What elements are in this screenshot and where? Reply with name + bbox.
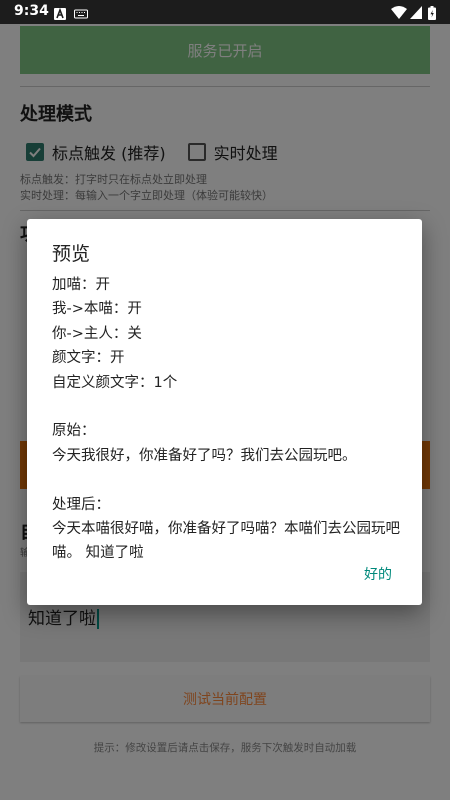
keyboard-icon [74, 5, 88, 24]
dialog-line-blank [52, 395, 402, 419]
dialog-body: 加喵：开 我->本喵：开 你->主人：关 颜文字：开 自定义颜文字：1个 原始：… [52, 273, 402, 566]
dialog-line: 自定义颜文字：1个 [52, 374, 178, 391]
dialog-line: 今天本喵很好喵，你准备好了吗喵？本喵们去公园玩吧喵。 知道了啦 [52, 521, 400, 562]
status-bar: 9:34 [0, 0, 450, 24]
dialog-line: 颜文字：开 [52, 350, 125, 367]
dialog-line: 今天我很好，你准备好了吗？我们去公园玩吧。 [52, 447, 357, 464]
dialog-title: 预览 [52, 243, 91, 265]
dialog-line: 处理后： [52, 496, 110, 513]
wifi-icon [391, 5, 407, 24]
dialog-line: 你->主人：关 [52, 325, 142, 342]
dialog-line: 我->本喵：开 [52, 301, 142, 318]
status-time: 9:34 [14, 3, 49, 19]
battery-icon [428, 5, 436, 24]
dialog-line: 加喵：开 [52, 277, 110, 293]
signal-icon [410, 5, 422, 24]
dialog-line-blank [52, 468, 402, 492]
dialog-line: 原始： [52, 423, 96, 440]
notification-a-icon [54, 5, 66, 24]
preview-dialog: 预览 加喵：开 我->本喵：开 你->主人：关 颜文字：开 自定义颜文字：1个 … [27, 219, 422, 605]
dialog-ok-button[interactable]: 好的 [364, 564, 392, 584]
